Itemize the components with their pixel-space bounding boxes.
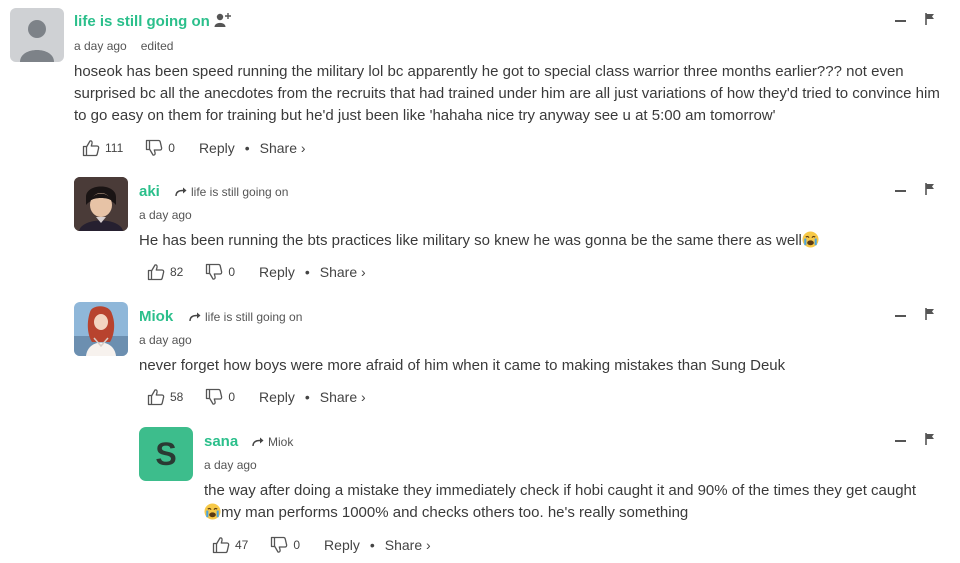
separator-dot: • (244, 140, 250, 156)
comment-meta: a day ago (204, 458, 257, 472)
comment-time[interactable]: a day ago (139, 208, 192, 222)
like-count: 82 (170, 265, 184, 279)
separator-dot: • (304, 389, 310, 405)
avatar[interactable] (74, 302, 128, 356)
reply-button[interactable]: Reply (324, 537, 360, 553)
reply-arrow-icon (175, 187, 187, 197)
comment-time[interactable]: a day ago (139, 333, 192, 347)
reply-to-indicator[interactable]: life is still going on (189, 310, 302, 324)
reply-button[interactable]: Reply (259, 389, 295, 405)
follow-user-icon[interactable] (214, 12, 232, 28)
comment-author[interactable]: sana (204, 433, 238, 450)
dislike-count: 0 (293, 538, 301, 552)
comment-actions: 82 0 Reply • Share › (147, 263, 366, 281)
flag-icon[interactable] (925, 433, 935, 445)
dislike-count: 0 (228, 390, 236, 404)
thumbs-up-icon[interactable] (212, 536, 230, 554)
share-button[interactable]: Share › (320, 389, 366, 405)
dislike-count: 0 (168, 141, 175, 155)
thumbs-down-icon[interactable] (270, 536, 288, 554)
comment-reply: Miok life is still going on a day ago ne… (0, 290, 960, 415)
dislike-count: 0 (228, 265, 236, 279)
comment-author[interactable]: aki (139, 183, 160, 200)
comment-actions: 47 0 Reply • Share › (212, 536, 431, 554)
comment-reply: aki life is still going on a day ago He … (0, 165, 960, 290)
crying-emoji-icon (802, 231, 819, 248)
reply-to-name[interactable]: Miok (268, 435, 293, 449)
collapse-icon[interactable] (895, 20, 906, 22)
reply-to-name[interactable]: life is still going on (205, 310, 302, 324)
comment-reply: S sana Miok a day ago the way after doin… (0, 415, 960, 563)
avatar-letter: S (155, 435, 177, 472)
comment-actions: 58 0 Reply • Share › (147, 388, 366, 406)
thumbs-up-icon[interactable] (82, 139, 100, 157)
comment-text-content: He has been running the bts practices li… (139, 232, 802, 249)
comment-time[interactable]: a day ago (204, 458, 257, 472)
reply-to-indicator[interactable]: life is still going on (175, 185, 288, 199)
comment-meta: a day ago (139, 208, 192, 222)
reply-arrow-icon (189, 312, 201, 322)
like-count: 58 (170, 390, 184, 404)
share-button[interactable]: Share › (260, 140, 306, 156)
like-count: 111 (105, 141, 124, 155)
collapse-icon[interactable] (895, 190, 906, 192)
comment-text: the way after doing a mistake they immed… (204, 480, 956, 524)
comment-author[interactable]: Miok (139, 308, 173, 325)
thumbs-down-icon[interactable] (205, 263, 223, 281)
reply-button[interactable]: Reply (259, 264, 295, 280)
comment-time[interactable]: a day ago (74, 39, 127, 53)
comment-meta: a day ago (139, 333, 192, 347)
collapse-icon[interactable] (895, 440, 906, 442)
flag-icon[interactable] (925, 308, 935, 320)
separator-dot: • (304, 264, 310, 280)
reply-to-indicator[interactable]: Miok (252, 435, 293, 449)
edited-label: edited (140, 39, 174, 53)
avatar[interactable] (74, 177, 128, 231)
thumbs-down-icon[interactable] (205, 388, 223, 406)
collapse-icon[interactable] (895, 315, 906, 317)
reply-arrow-icon (252, 437, 264, 447)
like-count: 47 (235, 538, 249, 552)
comment-text-line: my man performs 1000% and checks others … (204, 502, 956, 524)
share-button[interactable]: Share › (320, 264, 366, 280)
comment-actions: 111 0 Reply • Share › (82, 139, 306, 157)
thumbs-up-icon[interactable] (147, 263, 165, 281)
comment-text-content: my man performs 1000% and checks others … (221, 504, 689, 521)
comment-author[interactable]: life is still going on (74, 13, 210, 30)
avatar[interactable]: S (139, 427, 193, 481)
crying-emoji-icon (204, 503, 221, 520)
flag-icon[interactable] (925, 183, 935, 195)
comment-text: hoseok has been speed running the milita… (74, 63, 940, 124)
comment-text-line: the way after doing a mistake they immed… (204, 482, 917, 499)
comment-text: never forget how boys were more afraid o… (139, 357, 786, 374)
flag-icon[interactable] (925, 13, 935, 25)
comment-meta: a day ago edited (74, 39, 173, 53)
reply-to-name[interactable]: life is still going on (191, 185, 288, 199)
comment: life is still going on a day ago edited h… (0, 0, 960, 165)
comment-text: He has been running the bts practices li… (139, 230, 949, 252)
separator-dot: • (369, 537, 375, 553)
avatar[interactable] (10, 8, 64, 62)
share-button[interactable]: Share › (385, 537, 431, 553)
thumbs-down-icon[interactable] (145, 139, 163, 157)
reply-button[interactable]: Reply (199, 140, 235, 156)
thumbs-up-icon[interactable] (147, 388, 165, 406)
